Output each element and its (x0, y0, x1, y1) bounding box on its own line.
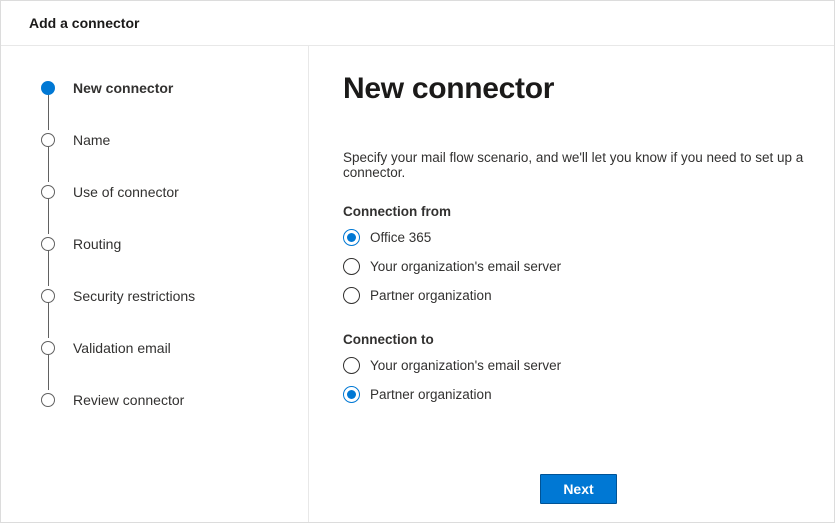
wizard-step[interactable]: Routing (41, 234, 308, 254)
page-description: Specify your mail flow scenario, and we'… (343, 150, 814, 180)
connection-to-label: Connection to (343, 332, 814, 347)
wizard-step-label: Routing (73, 236, 121, 252)
step-connector-line (48, 300, 50, 338)
wizard-sidebar: New connector Name Use of connector Routing… (1, 46, 309, 522)
connection-from-option-label: Partner organization (370, 288, 492, 303)
wizard-step[interactable]: Name (41, 130, 308, 150)
connection-to-option[interactable]: Your organization's email server (343, 357, 814, 374)
connection-to-group: Your organization's email server Partner … (343, 357, 814, 403)
wizard-step[interactable]: Use of connector (41, 182, 308, 202)
connection-from-option[interactable]: Office 365 (343, 229, 814, 246)
step-circle-icon (41, 341, 55, 355)
wizard-step-label: Name (73, 132, 110, 148)
main-panel: New connector Specify your mail flow sce… (309, 46, 834, 522)
connection-from-option[interactable]: Partner organization (343, 287, 814, 304)
step-circle-icon (41, 185, 55, 199)
wizard-step-label: Validation email (73, 340, 171, 356)
connection-from-option[interactable]: Your organization's email server (343, 258, 814, 275)
radio-icon (343, 258, 360, 275)
wizard-step[interactable]: New connector (41, 78, 308, 98)
radio-icon (343, 357, 360, 374)
wizard-steps-list: New connector Name Use of connector Routing… (41, 78, 308, 410)
wizard-step-label: Review connector (73, 392, 184, 408)
step-connector-line (48, 144, 50, 182)
connection-to-option[interactable]: Partner organization (343, 386, 814, 403)
wizard-step-label: New connector (73, 80, 173, 96)
connection-to-option-label: Your organization's email server (370, 358, 561, 373)
step-connector-line (48, 196, 50, 234)
next-button[interactable]: Next (540, 474, 616, 504)
step-circle-icon (41, 393, 55, 407)
step-connector-line (48, 92, 50, 130)
wizard-dialog: Add a connector New connector Name Use of … (0, 0, 835, 523)
connection-from-option-label: Office 365 (370, 230, 431, 245)
dialog-header: Add a connector (1, 1, 834, 46)
step-circle-icon (41, 81, 55, 95)
dialog-body: New connector Name Use of connector Routing… (1, 46, 834, 522)
step-circle-icon (41, 237, 55, 251)
wizard-step-label: Security restrictions (73, 288, 195, 304)
connection-from-group: Office 365 Your organization's email serv… (343, 229, 814, 304)
radio-icon (343, 229, 360, 246)
step-connector-line (48, 248, 50, 286)
connection-from-option-label: Your organization's email server (370, 259, 561, 274)
wizard-step[interactable]: Security restrictions (41, 286, 308, 306)
step-circle-icon (41, 133, 55, 147)
wizard-step-label: Use of connector (73, 184, 179, 200)
connection-from-label: Connection from (343, 204, 814, 219)
dialog-title: Add a connector (29, 15, 806, 31)
connection-to-option-label: Partner organization (370, 387, 492, 402)
radio-icon (343, 386, 360, 403)
step-circle-icon (41, 289, 55, 303)
radio-icon (343, 287, 360, 304)
wizard-step[interactable]: Review connector (41, 390, 308, 410)
wizard-step[interactable]: Validation email (41, 338, 308, 358)
main-content: New connector Specify your mail flow sce… (343, 72, 814, 464)
dialog-footer: Next (343, 464, 814, 522)
page-title: New connector (343, 72, 814, 106)
step-connector-line (48, 352, 50, 390)
